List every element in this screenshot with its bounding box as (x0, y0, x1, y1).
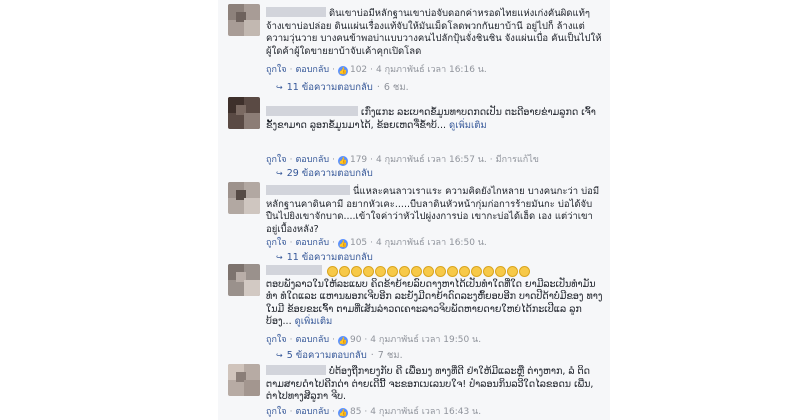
replies-count[interactable]: 5 ข้อความตอบกลับ (287, 350, 367, 361)
laughing-emoji-icon (483, 266, 494, 277)
like-reaction-icon[interactable]: 👍 (337, 156, 348, 166)
laughing-emoji-icon (387, 266, 398, 277)
timestamp[interactable]: 4 กุมภาพันธ์ เวลา 19:50 น. (370, 335, 481, 345)
like-reaction-icon[interactable]: 👍 (337, 239, 348, 249)
reaction-count[interactable]: 85 (350, 407, 361, 417)
timestamp[interactable]: 4 กุมภาพันธ์ เวลา 16:43 น. (370, 407, 481, 417)
reply-link[interactable]: ตอบกลับ (295, 65, 329, 75)
comment-body: ເກົ່ງແກະ ລະເບາດຂໍ້ມູນທາບດກດເປັນ ຕະດີອາຍຂ… (266, 106, 604, 132)
comments-panel: ดินเขาบ่อมีหลักฐานเขาบ่อจับดอกค่าหรอดไทย… (218, 0, 610, 420)
view-replies[interactable]: ↪ 5 ข้อความตอบกลับ · 7 ชม. (276, 348, 403, 363)
laughing-emoji-icon (423, 266, 434, 277)
edited-label[interactable]: มีการแก้ไข (496, 155, 539, 165)
laughing-emoji-icon (363, 266, 374, 277)
reaction-count[interactable]: 179 (350, 155, 367, 165)
comment-body: ບໍ່ຕ້ອງຖືກາຍງກັບ ຄີ ເພື່ອນງ ທາງທີ່ດີ ຢ່າ… (266, 365, 604, 404)
comment-meta: ถูกใจ · ตอบกลับ · 👍 105 · 4 กุมภาพันธ์ เวลา 16:… (266, 238, 487, 249)
avatar[interactable] (228, 4, 260, 36)
comment-meta: ถูกใจ · ตอบกลับ · 👍 90 · 4 กุมภาพันธ์ เวลา 19:5… (266, 335, 482, 346)
reply-link[interactable]: ตอบกลับ (295, 335, 329, 345)
timestamp[interactable]: 4 กุมภาพันธ์ เวลา 16:16 น. (376, 65, 487, 75)
reply-link[interactable]: ตอบกลับ (295, 407, 329, 417)
like-link[interactable]: ถูกใจ (266, 407, 287, 417)
commenter-name-blurred[interactable] (266, 265, 322, 275)
avatar[interactable] (228, 182, 260, 214)
reply-arrow-icon: ↪ (276, 169, 283, 178)
replies-time: 6 ชม. (383, 82, 409, 93)
like-reaction-icon[interactable]: 👍 (337, 66, 348, 76)
laughing-emoji-icon (399, 266, 410, 277)
like-link[interactable]: ถูกใจ (266, 65, 287, 75)
like-reaction-icon[interactable]: 👍 (337, 336, 348, 346)
laughing-emoji-icon (339, 266, 350, 277)
laughing-emoji-icon (519, 266, 530, 277)
laughing-emoji-icon (507, 266, 518, 277)
commenter-name-blurred[interactable] (266, 365, 326, 375)
laughing-emoji-icon (435, 266, 446, 277)
laughing-emoji-icon (411, 266, 422, 277)
replies-count[interactable]: 29 ข้อความตอบกลับ (287, 168, 373, 179)
view-replies[interactable]: ↪ 29 ข้อความตอบกลับ (276, 166, 373, 181)
like-reaction-icon[interactable]: 👍 (337, 408, 348, 418)
view-replies[interactable]: ↪ 11 ข้อความตอบกลับ (276, 250, 373, 265)
view-replies[interactable]: ↪ 11 ข้อความตอบกลับ · 6 ชม. (276, 80, 409, 95)
comment-meta: ถูกใจ · ตอบกลับ · 👍 85 · 4 กุมภาพันธ์ เวลา 16:4… (266, 407, 482, 418)
laughing-emoji-icon (327, 266, 338, 277)
like-link[interactable]: ถูกใจ (266, 155, 287, 165)
avatar[interactable] (228, 364, 260, 396)
comment-meta: ถูกใจ · ตอบกลับ · 👍 179 · 4 กุมภาพันธ์ เวลา 16:… (266, 155, 539, 166)
reply-arrow-icon: ↪ (276, 253, 283, 262)
commenter-name-blurred[interactable] (266, 185, 350, 195)
laughing-emoji-icon (459, 266, 470, 277)
comment-body: นี่แหละคนลาวเราแระ ความคิดยังไกหลาย บางค… (266, 185, 604, 236)
like-link[interactable]: ถูกใจ (266, 238, 287, 248)
replies-time: 7 ชม. (377, 350, 403, 361)
laughing-emoji-icon (471, 266, 482, 277)
laughing-emoji-icon (447, 266, 458, 277)
avatar[interactable] (228, 264, 260, 296)
see-more-link[interactable]: ดูเพิ่มเติม (295, 316, 333, 327)
laughing-emoji-icon (495, 266, 506, 277)
replies-count[interactable]: 11 ข้อความตอบกลับ (287, 252, 373, 263)
timestamp[interactable]: 4 กุมภาพันธ์ เวลา 16:50 น. (376, 238, 487, 248)
comment-body: ຕອບພັງລາວໃນໃຫ້ລະແພບ ຄິດຂ້າຍ້າຍລົບດາງຫາໄດ… (266, 265, 604, 329)
see-more-link[interactable]: ดูเพิ่มเติม (449, 120, 487, 131)
replies-count[interactable]: 11 ข้อความตอบกลับ (287, 82, 373, 93)
emoji-row (327, 266, 530, 277)
comment-meta: ถูกใจ · ตอบกลับ · 👍 102 · 4 กุมภาพันธ์ เวลา 16:… (266, 65, 487, 76)
like-link[interactable]: ถูกใจ (266, 335, 287, 345)
commenter-name-blurred[interactable] (266, 106, 358, 116)
timestamp[interactable]: 4 กุมภาพันธ์ เวลา 16:57 น. (376, 155, 487, 165)
reply-link[interactable]: ตอบกลับ (295, 238, 329, 248)
reaction-count[interactable]: 102 (350, 65, 367, 75)
commenter-name-blurred[interactable] (266, 7, 326, 17)
laughing-emoji-icon (375, 266, 386, 277)
reply-arrow-icon: ↪ (276, 351, 283, 360)
laughing-emoji-icon (351, 266, 362, 277)
comment-body: ดินเขาบ่อมีหลักฐานเขาบ่อจับดอกค่าหรอดไทย… (266, 7, 604, 58)
reaction-count[interactable]: 105 (350, 238, 367, 248)
reaction-count[interactable]: 90 (350, 335, 361, 345)
reply-link[interactable]: ตอบกลับ (295, 155, 329, 165)
avatar[interactable] (228, 97, 260, 129)
reply-arrow-icon: ↪ (276, 83, 283, 92)
